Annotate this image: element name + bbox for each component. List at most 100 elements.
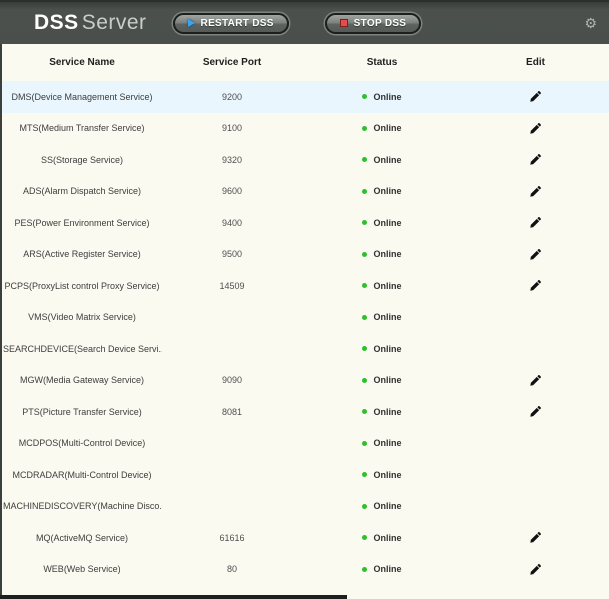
status-cell: Online bbox=[302, 344, 462, 354]
status-cell: Online bbox=[302, 564, 462, 574]
online-status-dot bbox=[362, 94, 367, 99]
status-cell: Online bbox=[302, 533, 462, 543]
service-name: DMS(Device Management Service) bbox=[2, 92, 162, 102]
service-name: MQ(ActiveMQ Service) bbox=[2, 533, 162, 543]
status-cell: Online bbox=[302, 155, 462, 165]
online-status-dot bbox=[362, 441, 367, 446]
edit-service-button[interactable] bbox=[528, 404, 544, 420]
window-edge bbox=[0, 595, 347, 599]
edit-service-button[interactable] bbox=[528, 561, 544, 577]
service-port: 9600 bbox=[162, 186, 302, 196]
edit-service-button[interactable] bbox=[528, 372, 544, 388]
online-status-dot bbox=[362, 315, 367, 320]
service-port: 14509 bbox=[162, 281, 302, 291]
status-label: Online bbox=[373, 123, 401, 133]
stop-dss-button[interactable]: STOP DSS bbox=[325, 13, 422, 34]
status-cell: Online bbox=[302, 249, 462, 259]
service-name: MGW(Media Gateway Service) bbox=[2, 375, 162, 385]
status-cell: Online bbox=[302, 186, 462, 196]
gear-icon[interactable]: ⚙ bbox=[584, 16, 597, 30]
edit-cell bbox=[462, 404, 609, 420]
status-cell: Online bbox=[302, 312, 462, 322]
service-port: 9400 bbox=[162, 218, 302, 228]
status-cell: Online bbox=[302, 407, 462, 417]
online-status-dot bbox=[362, 126, 367, 131]
status-label: Online bbox=[373, 312, 401, 322]
service-name: MCDRADAR(Multi-Control Device) bbox=[2, 470, 162, 480]
column-header-edit: Edit bbox=[462, 57, 609, 68]
status-label: Online bbox=[373, 218, 401, 228]
brand-server: Server bbox=[82, 11, 147, 34]
table-row[interactable]: MQ(ActiveMQ Service)61616 Online bbox=[2, 522, 609, 554]
pencil-icon bbox=[529, 279, 542, 292]
service-name: SS(Storage Service) bbox=[2, 155, 162, 165]
edit-cell bbox=[462, 530, 609, 546]
table-row[interactable]: PCPS(ProxyList control Proxy Service)145… bbox=[2, 270, 609, 302]
edit-cell bbox=[462, 89, 609, 105]
table-row[interactable]: PES(Power Environment Service)9400Online bbox=[2, 207, 609, 239]
status-cell: Online bbox=[302, 438, 462, 448]
online-status-dot bbox=[362, 567, 367, 572]
service-port: 80 bbox=[162, 564, 302, 574]
edit-cell bbox=[462, 215, 609, 231]
online-status-dot bbox=[362, 346, 367, 351]
edit-service-button[interactable] bbox=[528, 120, 544, 136]
status-label: Online bbox=[373, 281, 401, 291]
edit-service-button[interactable] bbox=[528, 152, 544, 168]
status-cell: Online bbox=[302, 375, 462, 385]
service-name: VMS(Video Matrix Service) bbox=[2, 312, 162, 322]
edit-service-button[interactable] bbox=[528, 246, 544, 262]
table-row[interactable]: SS(Storage Service)9320Online bbox=[2, 144, 609, 176]
table-row[interactable]: SEARCHDEVICE(Search Device Servi... Onlin… bbox=[2, 333, 609, 365]
service-port: 9200 bbox=[162, 92, 302, 102]
restart-dss-label: RESTART DSS bbox=[201, 18, 274, 29]
table-row[interactable]: MACHINEDISCOVERY(Machine Disco... Online bbox=[2, 491, 609, 523]
online-status-dot bbox=[362, 378, 367, 383]
table-row[interactable]: PTS(Picture Transfer Service)8081Online bbox=[2, 396, 609, 428]
table-row[interactable]: MCDPOS(Multi-Control Device)Online bbox=[2, 428, 609, 460]
service-name: PTS(Picture Transfer Service) bbox=[2, 407, 162, 417]
table-row[interactable]: ARS(Active Register Service)9500Online bbox=[2, 239, 609, 271]
service-port: 61616 bbox=[162, 533, 302, 543]
edit-cell bbox=[462, 372, 609, 388]
service-name: MTS(Medium Transfer Service) bbox=[2, 123, 162, 133]
pencil-icon bbox=[529, 248, 542, 261]
service-name: SEARCHDEVICE(Search Device Servi... bbox=[2, 344, 162, 354]
status-label: Online bbox=[373, 344, 401, 354]
status-cell: Online bbox=[302, 218, 462, 228]
table-row[interactable]: MTS(Medium Transfer Service)9100Online bbox=[2, 113, 609, 145]
stop-icon bbox=[340, 19, 348, 27]
status-label: Online bbox=[373, 501, 401, 511]
status-label: Online bbox=[373, 533, 401, 543]
service-port: 9090 bbox=[162, 375, 302, 385]
table-row[interactable]: ADS(Alarm Dispatch Service)9600Online bbox=[2, 176, 609, 208]
edit-service-button[interactable] bbox=[528, 89, 544, 105]
table-header-row: Service Name Service Port Status Edit bbox=[2, 44, 609, 81]
edit-service-button[interactable] bbox=[528, 530, 544, 546]
table-row[interactable]: MGW(Media Gateway Service)9090 Online bbox=[2, 365, 609, 397]
service-name: MACHINEDISCOVERY(Machine Disco... bbox=[2, 501, 162, 511]
table-row[interactable]: WEB(Web Service)80Online bbox=[2, 554, 609, 586]
edit-cell bbox=[462, 183, 609, 199]
online-status-dot bbox=[362, 535, 367, 540]
edit-cell bbox=[462, 278, 609, 294]
pencil-icon bbox=[529, 374, 542, 387]
edit-service-button[interactable] bbox=[528, 278, 544, 294]
table-row[interactable]: VMS(Video Matrix Service) Online bbox=[2, 302, 609, 334]
edit-cell bbox=[462, 246, 609, 262]
pencil-icon bbox=[529, 563, 542, 576]
table-row[interactable]: MCDRADAR(Multi-Control Device)Online bbox=[2, 459, 609, 491]
status-label: Online bbox=[373, 375, 401, 385]
restart-dss-button[interactable]: RESTART DSS bbox=[173, 13, 289, 34]
services-table: Service Name Service Port Status Edit DM… bbox=[0, 44, 609, 599]
dss-server-window: DSSServer RESTART DSS STOP DSS ⚙ Service… bbox=[0, 0, 609, 599]
edit-cell bbox=[462, 120, 609, 136]
column-header-status: Status bbox=[302, 57, 462, 68]
edit-service-button[interactable] bbox=[528, 215, 544, 231]
edit-service-button[interactable] bbox=[528, 183, 544, 199]
stop-dss-label: STOP DSS bbox=[354, 18, 407, 29]
online-status-dot bbox=[362, 472, 367, 477]
service-port: 9320 bbox=[162, 155, 302, 165]
pencil-icon bbox=[529, 122, 542, 135]
table-row[interactable]: DMS(Device Management Service)9200Online bbox=[2, 81, 609, 113]
